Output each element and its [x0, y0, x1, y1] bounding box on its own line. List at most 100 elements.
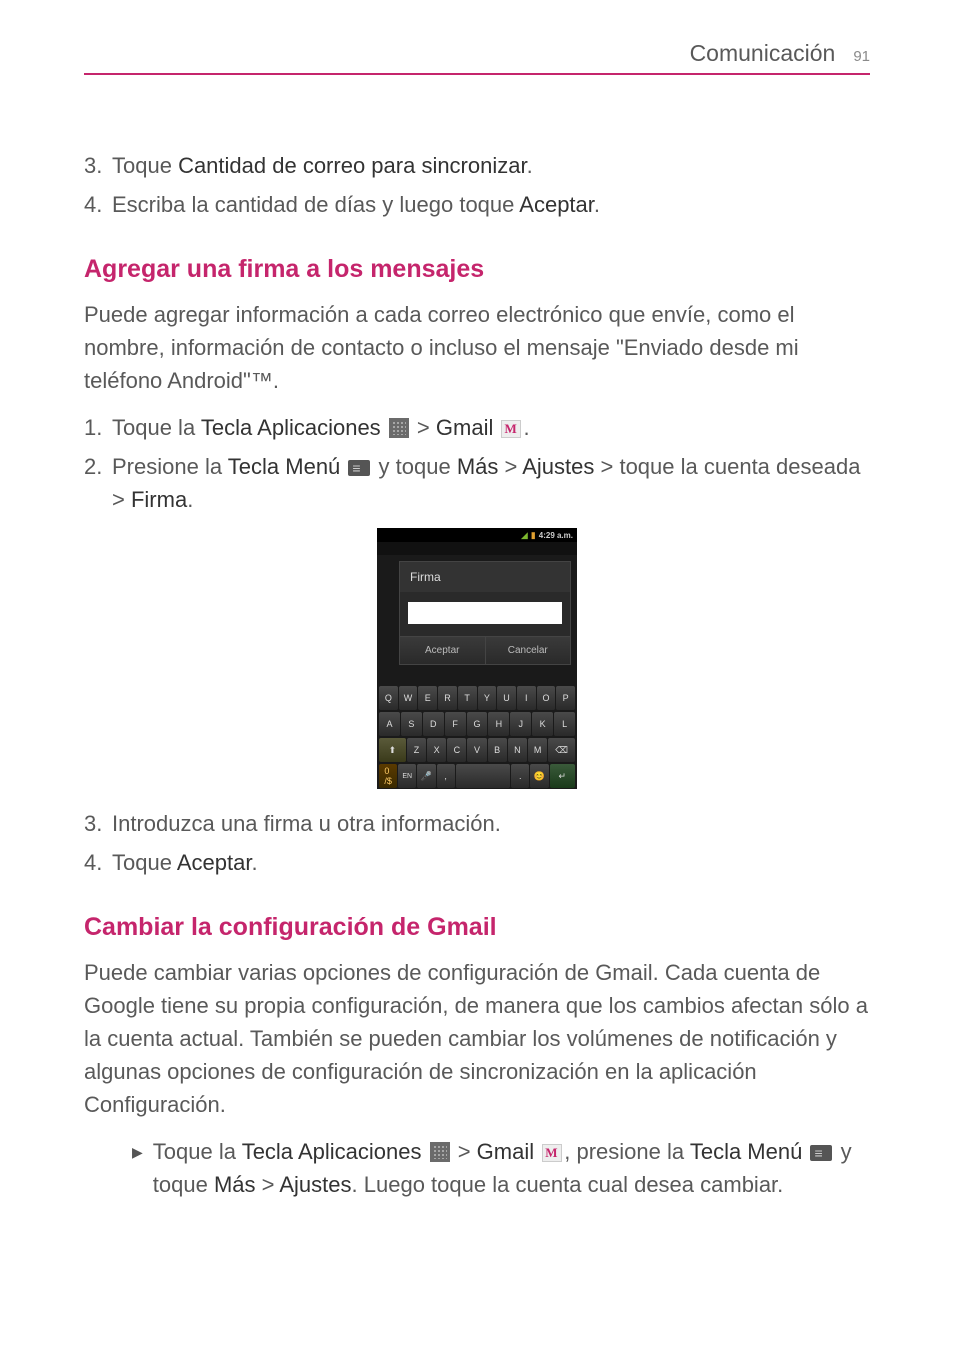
bullet-body: Toque la Tecla Aplicaciones > Gmail , pr… — [153, 1135, 870, 1201]
key-v[interactable]: V — [467, 738, 486, 762]
label-gmail: Gmail — [436, 415, 493, 440]
key-enter[interactable]: ↵ — [550, 764, 575, 788]
signature-dialog: Firma Aceptar Cancelar — [399, 561, 571, 665]
status-time: 4:29 a.m. — [539, 531, 573, 540]
step-body: Toque Aceptar. — [112, 846, 870, 879]
key-k[interactable]: K — [532, 712, 553, 736]
phone-keyboard: Q W E R T Y U I O P A S D F G H J K L — [377, 685, 577, 789]
label-menu-key: Tecla Menú — [690, 1139, 803, 1164]
key-f[interactable]: F — [445, 712, 466, 736]
label-ajustes: Ajustes — [279, 1172, 351, 1197]
step-number: 3. — [84, 149, 112, 182]
key-h[interactable]: H — [488, 712, 509, 736]
label-sync-amount: Cantidad de correo para sincronizar — [178, 153, 527, 178]
key-a[interactable]: A — [379, 712, 400, 736]
dialog-cancel-button[interactable]: Cancelar — [486, 637, 571, 664]
step-body: Toque la Tecla Aplicaciones > Gmail . — [112, 411, 870, 444]
gmail-icon — [542, 1144, 562, 1162]
step-number: 4. — [84, 188, 112, 221]
label-ajustes: Ajustes — [522, 454, 594, 479]
key-s[interactable]: S — [401, 712, 422, 736]
key-backspace[interactable]: ⌫ — [548, 738, 575, 762]
key-g[interactable]: G — [467, 712, 488, 736]
step-4-days: 4. Escriba la cantidad de días y luego t… — [84, 188, 870, 221]
step-number: 3. — [84, 807, 112, 840]
dialog-button-row: Aceptar Cancelar — [400, 636, 570, 664]
key-z[interactable]: Z — [407, 738, 426, 762]
key-lang[interactable]: EN — [398, 764, 416, 788]
key-period[interactable]: . — [511, 764, 529, 788]
key-w[interactable]: W — [399, 686, 418, 710]
step-4-accept: 4. Toque Aceptar. — [84, 846, 870, 879]
key-shift[interactable]: ⬆ — [379, 738, 406, 762]
key-o[interactable]: O — [537, 686, 556, 710]
key-e[interactable]: E — [418, 686, 437, 710]
heading-add-signature: Agregar una firma a los mensajes — [84, 255, 870, 284]
key-numeric[interactable]: 0/$ — [379, 764, 397, 788]
label-gmail: Gmail — [477, 1139, 534, 1164]
label-firma: Firma — [131, 487, 187, 512]
bullet-change-settings: ▶ Toque la Tecla Aplicaciones > Gmail , … — [132, 1135, 870, 1201]
kb-row-2: A S D F G H J K L — [377, 711, 577, 737]
key-y[interactable]: Y — [478, 686, 497, 710]
section-title: Comunicación — [690, 40, 836, 67]
step-number: 4. — [84, 846, 112, 879]
menu-icon — [348, 460, 370, 476]
step-1-open-gmail: 1. Toque la Tecla Aplicaciones > Gmail . — [84, 411, 870, 444]
phone-bg-row — [377, 542, 577, 555]
key-d[interactable]: D — [423, 712, 444, 736]
dialog-title: Firma — [400, 562, 570, 592]
step-2-menu-firma: 2. Presione la Tecla Menú y toque Más > … — [84, 450, 870, 516]
kb-row-1: Q W E R T Y U I O P — [377, 685, 577, 711]
label-apps-key: Tecla Aplicaciones — [242, 1139, 422, 1164]
key-j[interactable]: J — [510, 712, 531, 736]
key-c[interactable]: C — [447, 738, 466, 762]
phone-statusbar: ◢ ▮ 4:29 a.m. — [377, 528, 577, 542]
phone-screenshot: ◢ ▮ 4:29 a.m. Firma Aceptar Cancelar Q W… — [84, 528, 870, 789]
heading-change-gmail-config: Cambiar la configuración de Gmail — [84, 913, 870, 942]
label-mas: Más — [457, 454, 499, 479]
key-mic[interactable]: 🎤 — [417, 764, 435, 788]
key-t[interactable]: T — [458, 686, 477, 710]
step-body: Escriba la cantidad de días y luego toqu… — [112, 188, 870, 221]
bullet-arrow-icon: ▶ — [132, 1142, 143, 1201]
label-mas: Más — [214, 1172, 256, 1197]
kb-row-3: ⬆ Z X C V B N M ⌫ — [377, 737, 577, 763]
key-x[interactable]: X — [427, 738, 446, 762]
dialog-accept-button[interactable]: Aceptar — [400, 637, 486, 664]
step-number: 1. — [84, 411, 112, 444]
key-space[interactable] — [456, 764, 511, 788]
step-body: Presione la Tecla Menú y toque Más > Aju… — [112, 450, 870, 516]
page-header: Comunicación 91 — [84, 40, 870, 75]
signal-icon: ◢ — [521, 530, 528, 541]
key-m[interactable]: M — [528, 738, 547, 762]
label-menu-key: Tecla Menú — [228, 454, 341, 479]
apps-icon — [430, 1142, 450, 1162]
key-u[interactable]: U — [497, 686, 516, 710]
menu-icon — [810, 1145, 832, 1161]
phone-frame: ◢ ▮ 4:29 a.m. Firma Aceptar Cancelar Q W… — [377, 528, 577, 789]
step-number: 2. — [84, 450, 112, 516]
key-i[interactable]: I — [517, 686, 536, 710]
key-emoji[interactable]: 😊 — [530, 764, 548, 788]
key-q[interactable]: Q — [379, 686, 398, 710]
key-p[interactable]: P — [556, 686, 575, 710]
signature-input[interactable] — [408, 602, 562, 624]
step-3-enter-signature: 3. Introduzca una firma u otra informaci… — [84, 807, 870, 840]
key-l[interactable]: L — [554, 712, 575, 736]
key-r[interactable]: R — [438, 686, 457, 710]
key-comma[interactable]: , — [437, 764, 455, 788]
key-b[interactable]: B — [488, 738, 507, 762]
label-accept: Aceptar — [519, 192, 594, 217]
paragraph-signature-intro: Puede agregar información a cada correo … — [84, 298, 870, 397]
step-body: Introduzca una firma u otra información. — [112, 807, 870, 840]
step-3-sync: 3. Toque Cantidad de correo para sincron… — [84, 149, 870, 182]
key-n[interactable]: N — [508, 738, 527, 762]
kb-row-4: 0/$ EN 🎤 , . 😊 ↵ — [377, 763, 577, 789]
label-apps-key: Tecla Aplicaciones — [201, 415, 381, 440]
gmail-icon — [501, 420, 521, 438]
battery-icon: ▮ — [531, 530, 536, 541]
page-number: 91 — [853, 48, 870, 65]
step-body: Toque Cantidad de correo para sincroniza… — [112, 149, 870, 182]
label-accept: Aceptar — [177, 850, 252, 875]
